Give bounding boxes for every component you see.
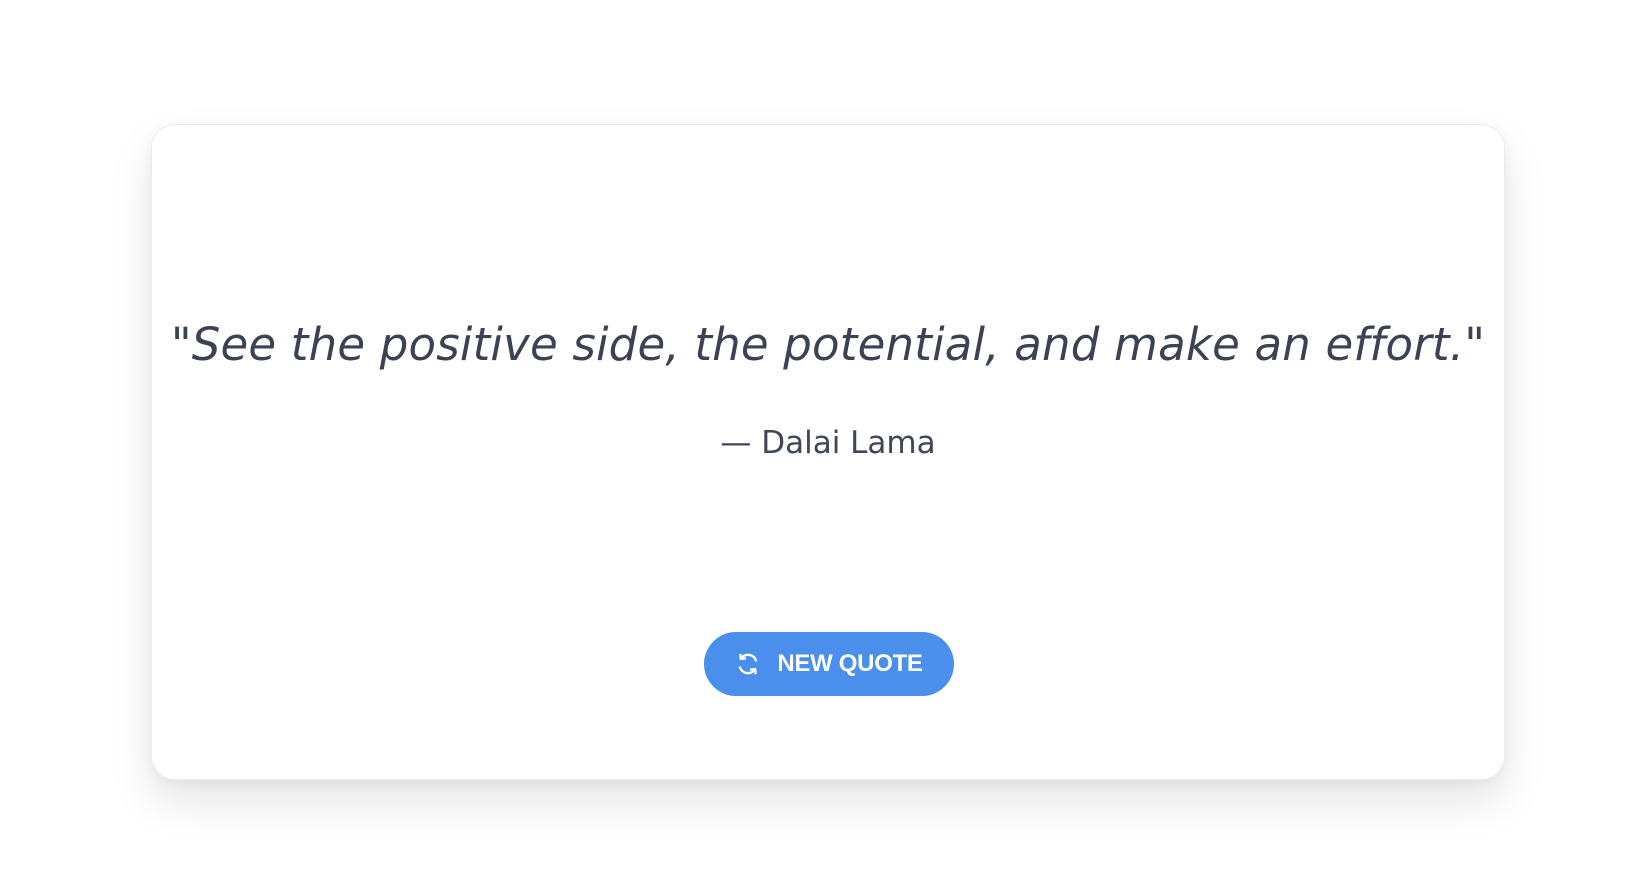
quote-author: — Dalai Lama	[720, 425, 936, 461]
new-quote-button[interactable]: NEW QUOTE	[704, 632, 954, 696]
quote-text: "See the positive side, the potential, a…	[170, 318, 1486, 371]
refresh-icon	[735, 651, 761, 677]
page: { "quote": { "text": "\"See the positive…	[0, 0, 1646, 878]
quote-card: "See the positive side, the potential, a…	[151, 124, 1505, 780]
new-quote-button-label: NEW QUOTE	[777, 650, 923, 677]
